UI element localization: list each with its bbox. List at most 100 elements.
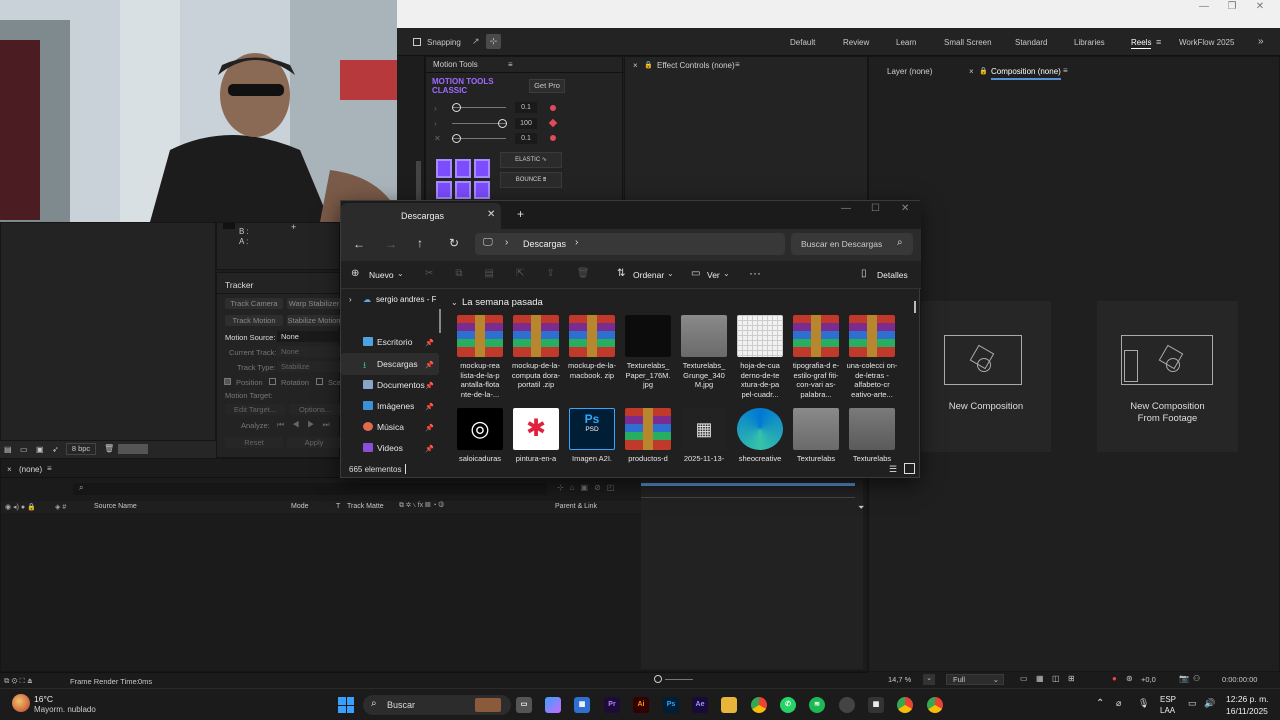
sort-icon[interactable]: ⇅	[617, 268, 625, 279]
stabilize-motion-button[interactable]: Stabilize Motion	[287, 315, 341, 326]
details-button[interactable]: Detalles	[877, 270, 908, 280]
new-tab-icon[interactable]: +	[517, 207, 524, 221]
clock-date[interactable]: 16/11/2025	[1226, 706, 1268, 716]
workspace-libraries[interactable]: Libraries	[1074, 38, 1105, 47]
timeline-track-area[interactable]	[641, 479, 863, 669]
explorer-minimize-icon[interactable]: —	[841, 203, 851, 214]
edit-target-button[interactable]: Edit Target...	[225, 404, 285, 415]
group-collapse-icon[interactable]: ⌄	[451, 298, 458, 307]
work-area-bar[interactable]	[641, 483, 855, 486]
snapping-checkbox[interactable]	[413, 38, 421, 46]
warp-stabilizer-button[interactable]: Warp Stabilizer	[287, 298, 341, 309]
workspace-default[interactable]: Default	[790, 38, 815, 47]
group-header[interactable]: La semana pasada	[462, 297, 543, 308]
col-mode[interactable]: Mode	[291, 503, 309, 510]
tree-root-label[interactable]: sergio andres - F	[376, 295, 436, 304]
trash-icon[interactable]: 🗑	[104, 444, 114, 453]
composition-lock-icon[interactable]: 🔒	[979, 67, 988, 75]
slider3-dot[interactable]	[550, 135, 556, 141]
workspace-small-screen[interactable]: Small Screen	[944, 38, 992, 47]
timecode[interactable]: 0:00:00:00	[1222, 675, 1257, 684]
file-item[interactable]: Texturelabs	[790, 408, 842, 464]
track-motion-button[interactable]: Track Motion	[225, 315, 283, 326]
copilot-icon[interactable]	[545, 697, 561, 713]
timeline-search-input[interactable]: ⌕	[73, 483, 547, 495]
motion-source-dropdown[interactable]: None	[277, 331, 341, 342]
pin-icon[interactable]: 📌	[425, 361, 434, 369]
snap-arrow-icon[interactable]: ↗	[472, 36, 480, 47]
file-item[interactable]: mockup-rea lista-de-la-p antalla-flota n…	[454, 315, 506, 399]
slider1-thumb[interactable]	[452, 103, 461, 112]
slider2-diamond-icon[interactable]	[548, 118, 558, 128]
timeline-switches[interactable]: ⊹⌂▣⊘◰	[557, 483, 620, 492]
network-off-icon[interactable]: ⌀	[1116, 698, 1121, 709]
slider3-thumb[interactable]	[452, 134, 461, 143]
region-of-interest-icon[interactable]: ▭	[1020, 674, 1028, 683]
layer-switches-icon[interactable]: ⧉ ✲ ∖ fx ▤ ◔ ◍	[399, 502, 444, 510]
weather-icon[interactable]	[12, 694, 30, 712]
calculator-icon[interactable]: ▦	[868, 697, 884, 713]
spotify-icon[interactable]: ≋	[809, 697, 825, 713]
file-item[interactable]: sheocreative	[734, 408, 786, 464]
task-view-icon[interactable]: ▭	[516, 697, 532, 713]
display-icon[interactable]: ▭	[1188, 698, 1197, 709]
nav-videos[interactable]: Videos	[363, 439, 403, 457]
pin-icon[interactable]: 📌	[425, 382, 434, 390]
weather-desc[interactable]: Mayorm. nublado	[34, 705, 96, 714]
motion-tools-tab[interactable]: Motion Tools	[433, 60, 478, 69]
whatsapp-icon[interactable]: ✆	[780, 697, 796, 713]
pin-icon[interactable]: 📌	[425, 445, 434, 453]
microphone-icon[interactable]: 🎙	[1138, 698, 1149, 709]
timeline-zoom-thumb[interactable]	[654, 675, 662, 683]
new-button[interactable]: Nuevo	[369, 270, 394, 280]
snapshot-icon[interactable]: 📷	[1179, 674, 1189, 683]
composition-close-icon[interactable]: ×	[969, 67, 974, 76]
language-2[interactable]: LAA	[1160, 706, 1175, 715]
file-item[interactable]: ✱ pintura-en-a	[510, 408, 562, 464]
language-1[interactable]: ESP	[1160, 695, 1176, 704]
chrome-profile-icon[interactable]	[897, 697, 913, 713]
nav-escritorio[interactable]: Escritorio	[363, 333, 412, 351]
gutter-scrollbar[interactable]	[416, 161, 421, 201]
after-effects-icon[interactable]: Ae	[692, 697, 708, 713]
pin-icon[interactable]: 📌	[425, 339, 434, 347]
file-item[interactable]: Ps PSD Imagen A2I.	[566, 408, 618, 464]
bpc-button[interactable]: 8 bpc	[66, 443, 96, 455]
new-icon[interactable]: ⊕	[351, 268, 359, 279]
nav-descargas[interactable]: ⭳ Descargas	[363, 355, 418, 373]
analyze-controls[interactable]: ⏮◀▶⏭	[277, 420, 338, 430]
tiles-view-icon[interactable]	[904, 463, 915, 474]
start-icon[interactable]	[338, 697, 354, 713]
chrome-profile-2-icon[interactable]	[927, 697, 943, 713]
file-item[interactable]: tipografia-d e-estilo-graf fiti-con-vari…	[790, 315, 842, 399]
explorer-close-icon[interactable]: ✕	[901, 203, 909, 214]
zoom-value[interactable]: 14,7 %	[888, 675, 911, 684]
workspace-reels[interactable]: Reels	[1131, 38, 1152, 49]
av-switches-icon[interactable]: ◉ ◂) ● 🔒	[5, 503, 36, 511]
show-snapshot-icon[interactable]: ⚇	[1193, 674, 1200, 683]
flowchart-icon[interactable]: ➶	[52, 445, 59, 454]
workspace-overflow-icon[interactable]: »	[1258, 36, 1264, 47]
exposure-icon[interactable]: ⊛	[1126, 674, 1133, 683]
more-icon[interactable]: ···	[749, 266, 761, 280]
breadcrumb[interactable]: Descargas	[523, 239, 566, 249]
get-pro-button[interactable]: Get Pro	[529, 79, 565, 93]
exposure-value[interactable]: +0,0	[1141, 675, 1156, 684]
file-explorer-icon[interactable]	[721, 697, 737, 713]
color-channels-icon[interactable]: ●	[1112, 674, 1117, 683]
file-item[interactable]: ◎ saloicaduras	[454, 408, 506, 464]
zoom-dropdown-icon[interactable]: ⌄	[923, 674, 935, 685]
timeline-close-icon[interactable]: ×	[7, 465, 12, 474]
file-item[interactable]: hoja-de-cua derno-de-te xtura-de-pa pel-…	[734, 315, 786, 399]
timeline-footer-icons[interactable]: ⧉ ⚙ ⛶ ⏏	[4, 676, 33, 686]
col-t[interactable]: T	[336, 503, 340, 510]
timeline-zoom-track[interactable]	[665, 679, 693, 680]
nav-scrollbar[interactable]	[439, 309, 441, 333]
tray-overflow-icon[interactable]: ⌃	[1096, 698, 1104, 709]
search-box[interactable]: Buscar en Descargas ⌕	[791, 233, 913, 255]
col-source-name[interactable]: Source Name	[94, 503, 137, 510]
effect-controls-tab[interactable]: Effect Controls (none)	[657, 61, 735, 70]
guides-icon[interactable]: ⊞	[1068, 674, 1075, 683]
app-icon[interactable]	[839, 697, 855, 713]
apply-button[interactable]: Apply	[287, 437, 341, 448]
